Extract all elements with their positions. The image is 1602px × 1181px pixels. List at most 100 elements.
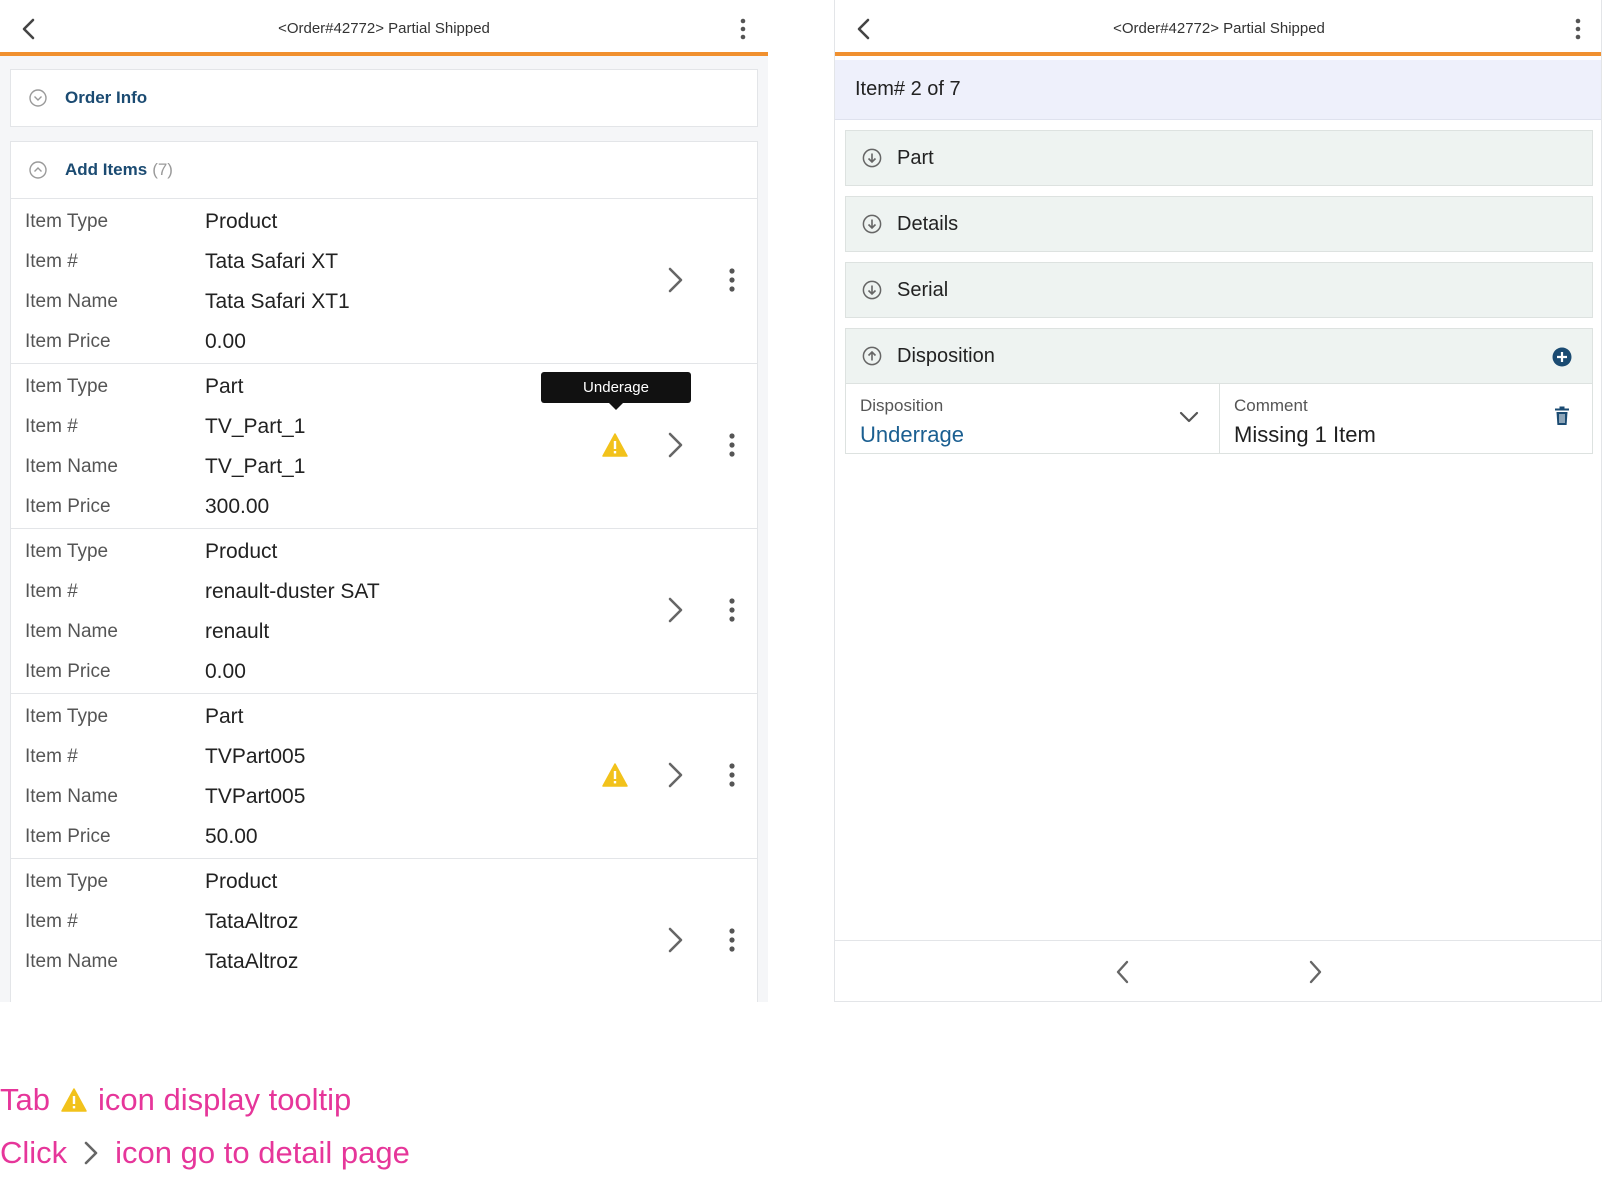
item-detail-panel: <Order#42772> Partial Shipped Item# 2 of… (834, 0, 1602, 1002)
chevron-right-icon[interactable] (664, 595, 688, 625)
kebab-icon[interactable] (727, 762, 737, 788)
circle-arrow-up-icon (862, 346, 882, 366)
kebab-icon[interactable] (727, 927, 737, 953)
item-counter: Item# 2 of 7 (835, 60, 1601, 120)
item-number-label: Item # (25, 581, 78, 602)
chevron-right-icon[interactable] (664, 430, 688, 460)
left-app-bar: <Order#42772> Partial Shipped (0, 0, 768, 56)
chevron-right-icon[interactable] (664, 760, 688, 790)
item-number-value: TV_Part_1 (205, 415, 306, 438)
circle-chevron-up-icon (29, 161, 47, 179)
item-type-label: Item Type (25, 211, 109, 232)
item-type-value: Product (205, 540, 278, 563)
order-info-label: Order Info (65, 88, 148, 107)
item-price-value: 300.00 (205, 495, 270, 518)
chevron-right-icon (84, 1141, 98, 1165)
item-name-value: TataAltroz (205, 950, 299, 973)
serial-section-label: Serial (897, 278, 949, 301)
item-price-label: Item Price (25, 331, 111, 352)
circle-arrow-down-icon (862, 214, 882, 234)
details-section-label: Details (897, 212, 959, 235)
item-number-value: renault-duster SAT (205, 580, 380, 603)
circle-arrow-down-icon (862, 148, 882, 168)
part-section[interactable]: Part (845, 130, 1593, 186)
add-items-count: (7) (152, 160, 173, 179)
item-type-label: Item Type (25, 706, 109, 727)
list-item: Item Type Product Item # Tata Safari XT It… (11, 198, 757, 363)
item-price-value: 0.00 (205, 330, 246, 353)
item-price-label: Item Price (25, 826, 111, 847)
chevron-down-icon[interactable] (1179, 410, 1199, 424)
item-name-value: renault (205, 620, 270, 643)
item-name-value: TV_Part_1 (205, 455, 306, 478)
item-type-label: Item Type (25, 541, 109, 562)
add-items-label: Add Items (65, 160, 148, 179)
disposition-field-value: Underrage (860, 422, 964, 447)
item-name-label: Item Name (25, 786, 118, 807)
chevron-left-icon[interactable] (1113, 959, 1133, 985)
kebab-icon[interactable] (727, 597, 737, 623)
comment-field-value: Missing 1 Item (1234, 422, 1376, 447)
item-type-label: Item Type (25, 376, 109, 397)
warning-triangle-icon[interactable] (601, 432, 629, 458)
order-info-section[interactable]: Order Info (10, 69, 758, 127)
item-number-value: TataAltroz (205, 910, 299, 933)
annotation-tooltip-note: Tab icon display tooltip (0, 1080, 351, 1120)
list-item: Item Type Product Item # renault-duster SA… (11, 528, 757, 693)
disposition-section[interactable]: Disposition (845, 328, 1593, 384)
annotation-detail-note: Click icon go to detail page (0, 1133, 410, 1173)
item-number-value: TVPart005 (205, 745, 306, 768)
item-price-label: Item Price (25, 661, 111, 682)
underage-tooltip: Underage (541, 372, 691, 410)
kebab-icon[interactable] (1573, 18, 1583, 40)
item-price-value: 0.00 (205, 660, 246, 683)
item-price-value: 50.00 (205, 825, 258, 848)
item-type-value: Part (205, 375, 244, 398)
item-name-label: Item Name (25, 456, 118, 477)
annotation-line2-suffix: icon go to detail page (115, 1135, 410, 1170)
part-section-label: Part (897, 146, 934, 169)
annotation-line2-prefix: Click (0, 1135, 68, 1170)
order-info-header[interactable]: Order Info (11, 70, 757, 126)
kebab-icon[interactable] (727, 432, 737, 458)
list-item: Item Type Product Item # TataAltroz Item N… (11, 858, 757, 1002)
plus-circle-icon[interactable] (1552, 347, 1572, 367)
kebab-icon[interactable] (727, 267, 737, 293)
annotation-line1-prefix: Tab (0, 1082, 50, 1117)
item-type-value: Product (205, 210, 278, 233)
disposition-row: Disposition Underrage Comment Missing 1 … (845, 384, 1593, 454)
item-number-label: Item # (25, 911, 78, 932)
serial-section[interactable]: Serial (845, 262, 1593, 318)
item-type-value: Product (205, 870, 278, 893)
chevron-right-icon[interactable] (664, 265, 688, 295)
trash-icon[interactable] (1554, 406, 1570, 426)
item-type-value: Part (205, 705, 244, 728)
add-items-header[interactable]: Add Items (7) (11, 142, 757, 198)
item-name-label: Item Name (25, 951, 118, 972)
circle-chevron-down-icon (29, 89, 47, 107)
chevron-right-icon[interactable] (664, 925, 688, 955)
item-pagination (835, 940, 1601, 1001)
disposition-section-label: Disposition (897, 344, 995, 367)
disposition-field-label: Disposition (860, 396, 944, 415)
item-price-label: Item Price (25, 496, 111, 517)
item-name-label: Item Name (25, 291, 118, 312)
circle-arrow-down-icon (862, 280, 882, 300)
item-number-label: Item # (25, 416, 78, 437)
annotation-line1-suffix: icon display tooltip (97, 1082, 352, 1117)
item-number-label: Item # (25, 746, 78, 767)
page-title: <Order#42772> Partial Shipped (1113, 20, 1325, 37)
comment-field[interactable]: Comment Missing 1 Item (1219, 384, 1592, 453)
warning-triangle-icon (61, 1088, 87, 1112)
order-items-panel: <Order#42772> Partial Shipped Order Info… (0, 0, 768, 1002)
item-name-value: TVPart005 (205, 785, 306, 808)
kebab-icon[interactable] (738, 18, 748, 40)
warning-triangle-icon[interactable] (601, 762, 629, 788)
list-item: Item Type Part Item # TVPart005 Item Name T… (11, 693, 757, 858)
item-type-label: Item Type (25, 871, 109, 892)
details-section[interactable]: Details (845, 196, 1593, 252)
chevron-right-icon[interactable] (1305, 959, 1325, 985)
item-name-label: Item Name (25, 621, 118, 642)
disposition-select[interactable]: Disposition Underrage (846, 384, 1219, 453)
item-name-value: Tata Safari XT1 (205, 290, 350, 313)
